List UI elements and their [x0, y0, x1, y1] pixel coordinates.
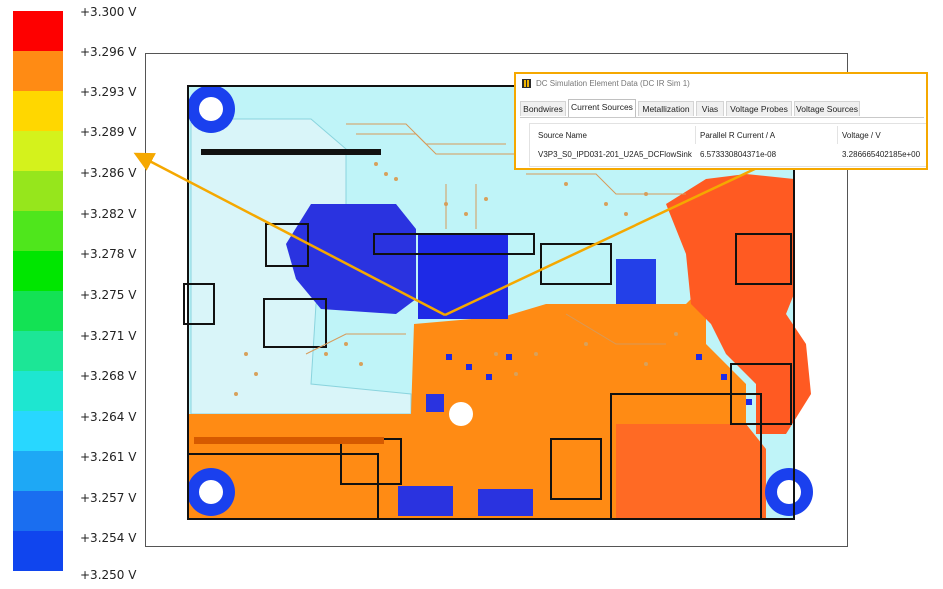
column-header-voltage[interactable]: Voltage / V	[842, 131, 881, 140]
tab-vias[interactable]: Vias	[696, 101, 724, 116]
app-icon	[522, 79, 531, 88]
legend-swatch	[13, 91, 63, 131]
ic-blue-right	[616, 259, 656, 304]
legend-swatch	[13, 131, 63, 171]
legend-label: +3.257 V	[80, 491, 137, 505]
legend-label: +3.296 V	[80, 45, 137, 59]
voltage-color-legend: +3.300 V +3.296 V +3.293 V +3.289 V +3.2…	[13, 5, 136, 582]
column-header-parallel-r-current[interactable]: Parallel R Current / A	[700, 131, 775, 140]
legend-label: +3.300 V	[80, 5, 137, 19]
tab-bondwires[interactable]: Bondwires	[520, 101, 566, 116]
legend-label: +3.289 V	[80, 125, 137, 139]
legend-label: +3.275 V	[80, 288, 137, 302]
dialog-titlebar[interactable]: DC Simulation Element Data (DC IR Sim 1)	[516, 74, 926, 94]
component-blue-small	[426, 394, 444, 412]
copper-plane-red-lower	[616, 424, 766, 519]
table-cell-current[interactable]: 6.573330804371e-08	[700, 150, 776, 159]
column-header-source-name[interactable]: Source Name	[538, 131, 587, 140]
legend-swatch	[13, 291, 63, 331]
pin-header-bottom	[194, 437, 384, 444]
legend-label: +3.268 V	[80, 369, 137, 383]
dc-simulation-data-dialog[interactable]: DC Simulation Element Data (DC IR Sim 1)…	[514, 72, 928, 170]
table-cell-source-name[interactable]: V3P3_S0_IPD031-201_U2A5_DCFlowSink	[538, 150, 692, 159]
legend-swatch	[13, 211, 63, 251]
tab-voltage-sources[interactable]: Voltage Sources	[794, 101, 860, 116]
legend-swatch	[13, 411, 63, 451]
mounting-hole-center	[449, 402, 473, 426]
legend-label: +3.282 V	[80, 207, 137, 221]
connector-blue-1	[398, 486, 453, 516]
legend-swatch	[13, 371, 63, 411]
legend-label: +3.293 V	[80, 85, 137, 99]
tab-bar: Bondwires Current Sources Metallization …	[520, 99, 924, 118]
legend-swatch	[13, 251, 63, 291]
legend-label: +3.250 V	[80, 568, 137, 582]
legend-swatch	[13, 491, 63, 531]
connector-blue-2	[478, 489, 533, 516]
legend-label: +3.286 V	[80, 166, 137, 180]
legend-swatch	[13, 11, 63, 51]
tab-voltage-probes[interactable]: Voltage Probes	[726, 101, 792, 116]
legend-label: +3.264 V	[80, 410, 137, 424]
legend-swatch	[13, 451, 63, 491]
data-table[interactable]: Source Name Parallel R Current / A Volta…	[529, 123, 926, 167]
legend-label: +3.261 V	[80, 450, 137, 464]
legend-label: +3.254 V	[80, 531, 137, 545]
column-separator[interactable]	[837, 126, 838, 144]
legend-swatch	[13, 331, 63, 371]
legend-swatch	[13, 531, 63, 571]
tab-current-sources[interactable]: Current Sources	[568, 99, 636, 117]
column-separator[interactable]	[695, 126, 696, 144]
tab-metallization[interactable]: Metallization	[638, 101, 694, 116]
legend-swatch	[13, 51, 63, 91]
pin-header-top	[201, 149, 381, 155]
table-cell-voltage[interactable]: 3.286665402185e+00	[842, 150, 920, 159]
legend-swatch	[13, 171, 63, 211]
dialog-title: DC Simulation Element Data (DC IR Sim 1)	[536, 79, 690, 88]
ic-blue-center	[418, 234, 508, 319]
legend-label: +3.271 V	[80, 329, 137, 343]
legend-label: +3.278 V	[80, 247, 137, 261]
